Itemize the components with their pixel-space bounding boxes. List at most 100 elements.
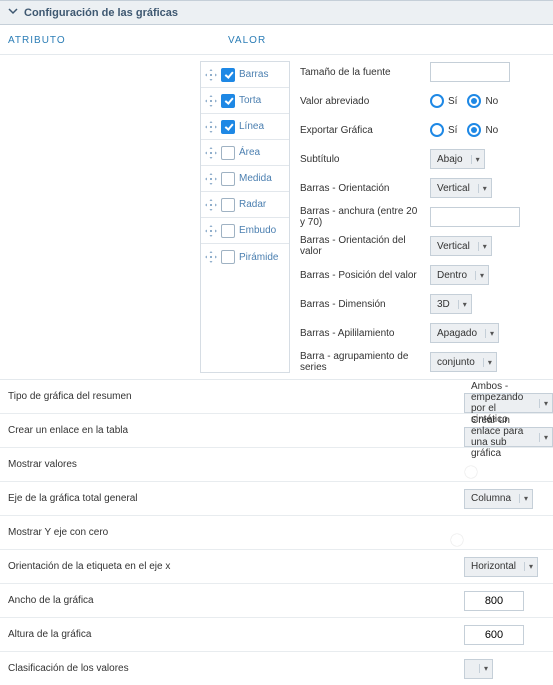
chevron-down-icon: ▾	[519, 494, 528, 503]
form-select[interactable]: ▾	[464, 659, 493, 679]
chevron-down-icon: ▾	[458, 300, 467, 309]
chart-type-checkbox[interactable]	[221, 94, 235, 108]
form-row: Mostrar valores	[0, 447, 553, 481]
chart-type-row: Pirámide	[201, 244, 289, 270]
drag-icon[interactable]	[205, 147, 217, 159]
bars-series-select[interactable]: conjunto ▾	[430, 352, 497, 372]
prop-label: Valor abreviado	[300, 96, 422, 107]
chart-type-label: Área	[239, 147, 260, 158]
radio-yes-label: Sí	[448, 125, 457, 136]
chart-type-checkbox[interactable]	[221, 68, 235, 82]
bars-val-position-select[interactable]: Dentro▾	[430, 265, 489, 285]
radio-yes[interactable]	[430, 123, 444, 137]
form-label: Tipo de gráfica del resumen	[8, 391, 464, 402]
chart-type-checkbox[interactable]	[221, 250, 235, 264]
bars-dimension-select[interactable]: 3D▾	[430, 294, 472, 314]
prop-label: Barras - Dimensión	[300, 299, 422, 310]
chart-type-checkbox[interactable]	[221, 172, 235, 186]
chart-type-checkbox[interactable]	[221, 198, 235, 212]
bars-orientation-select[interactable]: Vertical▾	[430, 178, 492, 198]
prop-row: Subtítulo Abajo▾	[300, 148, 545, 170]
form-row: Crear un enlace en la tablaCrear un enla…	[0, 413, 553, 447]
drag-icon[interactable]	[205, 69, 217, 81]
form-select[interactable]: Ambos - empezando por el sintético▾	[464, 393, 553, 413]
form-label: Mostrar valores	[8, 459, 464, 470]
chart-config-area: BarrasTortaLíneaÁreaMedidaRadarEmbudoPir…	[0, 55, 553, 379]
bars-val-orientation-select[interactable]: Vertical▾	[430, 236, 492, 256]
prop-row: Tamaño de la fuente	[300, 61, 545, 83]
prop-row: Barras - Dimensión 3D▾	[300, 293, 545, 315]
drag-icon[interactable]	[205, 225, 217, 237]
form-rows: Tipo de gráfica del resumenAmbos - empez…	[0, 379, 553, 685]
drag-icon[interactable]	[205, 251, 217, 263]
chart-type-label: Línea	[239, 121, 264, 132]
prop-label: Exportar Gráfica	[300, 125, 422, 136]
chevron-down-icon: ▾	[485, 329, 494, 338]
collapse-icon[interactable]	[8, 6, 18, 19]
font-size-input[interactable]	[430, 62, 510, 82]
subtitle-select[interactable]: Abajo▾	[430, 149, 485, 169]
form-row: Clasificación de los valores▾	[0, 651, 553, 685]
prop-label: Barras - Apililamiento	[300, 328, 422, 339]
bars-stacking-select[interactable]: Apagado▾	[430, 323, 499, 343]
form-label: Clasificación de los valores	[8, 663, 464, 674]
prop-label: Subtítulo	[300, 154, 422, 165]
chart-props-list: Tamaño de la fuente Valor abreviado Sí No Ex…	[290, 61, 545, 373]
prop-row: Barras - Orientación del valor Vertical▾	[300, 235, 545, 257]
chart-type-label: Radar	[239, 199, 266, 210]
form-label: Ancho de la gráfica	[8, 595, 464, 606]
chevron-down-icon: ▾	[524, 562, 533, 571]
form-select[interactable]: Crear un enlace para una sub gráfica▾	[464, 427, 553, 447]
drag-icon[interactable]	[205, 173, 217, 185]
radio-no[interactable]	[467, 94, 481, 108]
export-chart-radio: SíNo	[430, 123, 504, 137]
prop-row: Valor abreviado Sí No	[300, 90, 545, 112]
chart-type-checkbox[interactable]	[221, 224, 235, 238]
header-attribute: ATRIBUTO	[8, 35, 228, 46]
form-select[interactable]: Horizontal ▾	[464, 557, 538, 577]
form-label: Orientación de la etiqueta en el eje x	[8, 561, 464, 572]
panel-title: Configuración de las gráficas	[24, 7, 178, 19]
form-row: Ancho de la gráfica	[0, 583, 553, 617]
form-row: Eje de la gráfica total generalColumna▾	[0, 481, 553, 515]
val-abrev-radio: Sí No	[430, 94, 504, 108]
chart-type-checkbox[interactable]	[221, 120, 235, 134]
prop-row: Barras - Orientación Vertical▾	[300, 177, 545, 199]
radio-no-label: No	[485, 96, 498, 107]
panel-header: Configuración de las gráficas	[0, 0, 553, 25]
select-value: Horizontal	[471, 561, 516, 572]
prop-row: Barras - Apililamiento Apagado▾	[300, 322, 545, 344]
number-input[interactable]	[464, 625, 524, 645]
chevron-down-icon: ▾	[478, 242, 487, 251]
form-row: Mostrar Y eje con cero	[0, 515, 553, 549]
prop-row: Exportar Gráfica SíNo	[300, 119, 545, 141]
number-input[interactable]	[464, 591, 524, 611]
bars-width-input[interactable]	[430, 207, 520, 227]
prop-row: Barras - anchura (entre 20 y 70)	[300, 206, 545, 228]
chevron-down-icon: ▾	[475, 271, 484, 280]
chart-type-label: Embudo	[239, 225, 276, 236]
select-value: Vertical	[437, 183, 470, 194]
select-value: conjunto	[437, 357, 475, 368]
form-row: Tipo de gráfica del resumenAmbos - empez…	[0, 379, 553, 413]
drag-icon[interactable]	[205, 199, 217, 211]
radio-no[interactable]	[467, 123, 481, 137]
form-row: Altura de la gráfica	[0, 617, 553, 651]
chevron-down-icon: ▾	[471, 155, 480, 164]
prop-label: Tamaño de la fuente	[300, 67, 422, 78]
radio-yes[interactable]	[430, 94, 444, 108]
chart-type-checkbox[interactable]	[221, 146, 235, 160]
prop-row: Barra - agrupamiento de seriesconjunto▾	[300, 351, 545, 373]
form-label: Mostrar Y eje con cero	[8, 527, 464, 538]
prop-label: Barras - anchura (entre 20 y 70)	[300, 206, 422, 228]
chevron-down-icon: ▾	[539, 433, 548, 442]
form-select[interactable]: Columna▾	[464, 489, 533, 509]
drag-icon[interactable]	[205, 121, 217, 133]
chevron-down-icon: ▾	[483, 358, 492, 367]
prop-label: Barras - Orientación	[300, 183, 422, 194]
form-label: Crear un enlace en la tabla	[8, 425, 464, 436]
drag-icon[interactable]	[205, 95, 217, 107]
form-label: Eje de la gráfica total general	[8, 493, 464, 504]
radio-yes-label: Sí	[448, 96, 457, 107]
prop-label: Barras - Orientación del valor	[300, 235, 422, 257]
